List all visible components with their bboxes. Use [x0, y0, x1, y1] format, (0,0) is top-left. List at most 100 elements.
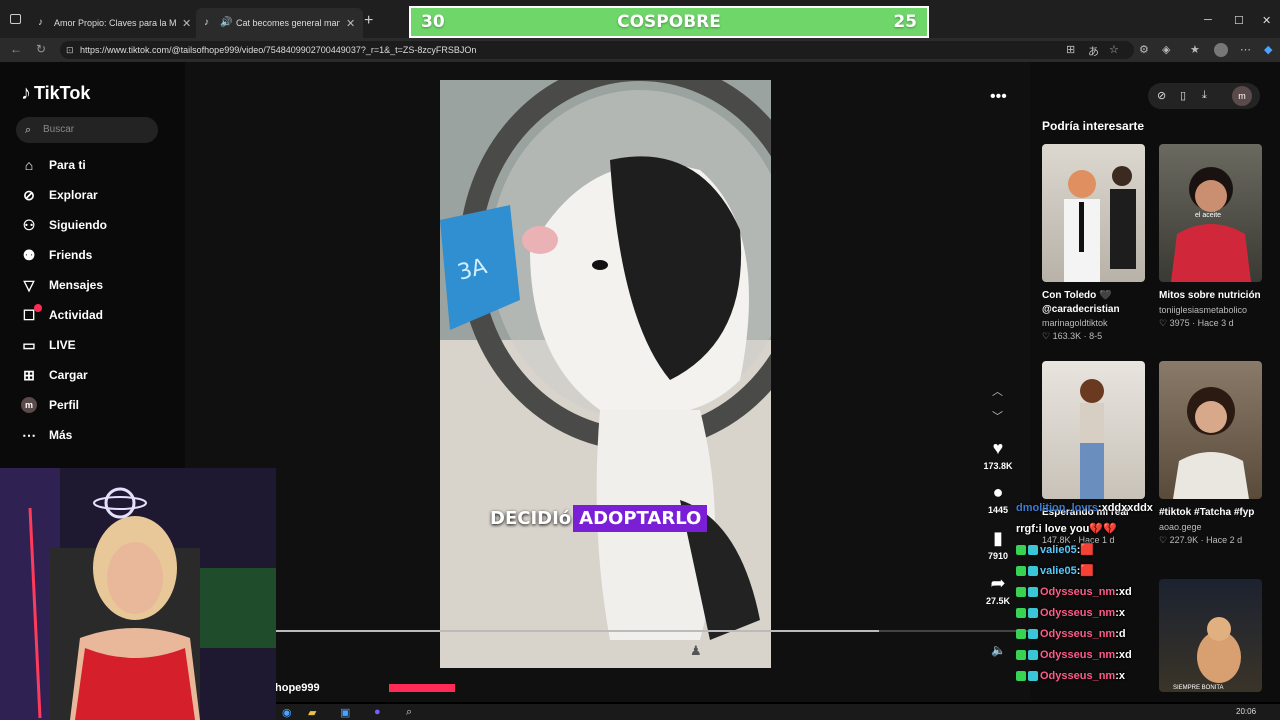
- chat-message: valie05 : 🟥: [1016, 560, 1186, 581]
- tiktok-logo[interactable]: ♪ TikTok: [21, 82, 90, 105]
- stream-chat: dmolition_lovrs : xddxxddx rrgf : i love …: [1016, 497, 1186, 686]
- sidebar-item-cargar[interactable]: ⊞ Cargar: [20, 364, 88, 386]
- speaker-icon[interactable]: 🔊: [220, 18, 232, 28]
- save-button[interactable]: ▮ 7910: [981, 528, 1015, 561]
- chevron-down-icon[interactable]: ﹀: [992, 408, 1003, 424]
- rec-author: toniiglesiasmetabolico: [1159, 305, 1248, 315]
- minimize-icon[interactable]: ─: [1204, 14, 1212, 26]
- recommendations-title: Podría interesarte: [1042, 119, 1145, 133]
- mute-cat-icon[interactable]: ♟: [690, 643, 702, 659]
- search-input[interactable]: ⌕ Buscar: [16, 117, 158, 143]
- rec-card[interactable]: el aceite Mitos sobre nutrición toniigle…: [1159, 144, 1262, 329]
- chat-text: x: [1118, 606, 1125, 619]
- follow-button[interactable]: [389, 684, 455, 692]
- search-icon[interactable]: ⌕: [406, 706, 412, 719]
- rec-stats: ♡ 3975 · Hace 3 d: [1159, 318, 1234, 328]
- friends-icon: ⚉: [22, 246, 36, 263]
- sidebar-item-mensajes[interactable]: ▽ Mensajes: [20, 274, 103, 296]
- refresh-icon[interactable]: ↻: [36, 42, 46, 56]
- sidebar-item-perfil[interactable]: m Perfil: [20, 394, 79, 416]
- badge-icon: [1028, 607, 1038, 618]
- chevron-up-icon[interactable]: ︿: [992, 383, 1003, 399]
- sidebar-item-friends[interactable]: ⚉ Friends: [20, 244, 93, 266]
- video-progress-bar[interactable]: [275, 630, 1030, 632]
- video-player[interactable]: 3A: [440, 80, 771, 668]
- badge-icon: [1028, 586, 1038, 597]
- site-info-icon[interactable]: ⊡: [66, 41, 74, 59]
- chat-username: rrgf: [1016, 522, 1035, 535]
- like-button[interactable]: ♥ 173.8K: [981, 438, 1015, 471]
- badge-icon: [1028, 628, 1038, 639]
- sidebar-item-siguiendo[interactable]: ⚇ Siguiendo: [20, 214, 107, 236]
- badge-icon: [1016, 544, 1026, 555]
- compass-icon[interactable]: ⊘: [1157, 89, 1166, 102]
- sidebar-item-label: Mensajes: [49, 278, 104, 292]
- chat-text: xddxxddx: [1101, 501, 1153, 514]
- sidebar-item-para-ti[interactable]: ⌂ Para ti: [20, 154, 86, 176]
- cat-video-frame: 3A: [440, 80, 771, 668]
- favorite-star-icon[interactable]: ☆: [1109, 43, 1119, 56]
- sidebar-item-live[interactable]: ▭ LIVE: [20, 334, 75, 356]
- tab-actions-icon[interactable]: [10, 14, 21, 24]
- caption-highlight: ADOPTARLO: [573, 505, 708, 532]
- messages-icon: ▽: [23, 276, 35, 293]
- score-right: 25: [893, 12, 917, 32]
- badge-icon: [1016, 565, 1026, 576]
- video-author-handle[interactable]: hope999: [275, 682, 320, 694]
- profile-avatar[interactable]: m: [1232, 86, 1252, 106]
- profile-avatar[interactable]: [1214, 43, 1228, 57]
- wallet-icon[interactable]: ◈: [1162, 43, 1170, 56]
- translate-icon[interactable]: あ: [1088, 43, 1099, 59]
- app-install-icon[interactable]: ⊞: [1066, 43, 1075, 56]
- close-tab-icon[interactable]: ✕: [346, 17, 355, 30]
- rec-subtitle: @caradecristian: [1042, 304, 1120, 315]
- badge-icon: [1016, 628, 1026, 639]
- chat-text: 🟥: [1080, 565, 1095, 577]
- more-options-icon[interactable]: •••: [990, 88, 1007, 106]
- url-text: https://www.tiktok.com/@tailsofhope999/v…: [80, 45, 477, 55]
- favorites-icon[interactable]: ★: [1190, 43, 1200, 56]
- copilot-icon[interactable]: ◆: [1264, 43, 1272, 56]
- rec-thumbnail: el aceite: [1159, 144, 1262, 282]
- heart-icon: ♥: [992, 438, 1004, 458]
- start-icon[interactable]: ◉: [282, 706, 292, 719]
- sidebar-item-label: Explorar: [49, 188, 98, 202]
- folder-icon[interactable]: ▰: [308, 706, 316, 719]
- taskbar-clock: 20:06: [1236, 707, 1257, 716]
- rec-thumbnail: [1042, 144, 1145, 282]
- device-icon[interactable]: ▯: [1180, 89, 1186, 102]
- store-icon[interactable]: ▣: [340, 706, 350, 719]
- people-thumbnail: [1064, 166, 1136, 282]
- rec-thumbnail: [1159, 361, 1262, 499]
- back-icon[interactable]: ←: [10, 42, 22, 56]
- top-actions-bar: ⊘ ▯ ⤓ m: [1148, 83, 1260, 109]
- chat-message: dmolition_lovrs : xddxxddx: [1016, 497, 1186, 518]
- maximize-icon[interactable]: ☐: [1234, 14, 1244, 27]
- chat-text: xd: [1118, 648, 1132, 661]
- share-button[interactable]: ➦ 27.5K: [981, 573, 1015, 606]
- address-bar[interactable]: ⊡ https://www.tiktok.com/@tailsofhope999…: [60, 41, 1134, 59]
- tiktok-note-icon: ♪: [21, 82, 31, 104]
- volume-icon[interactable]: 🔈: [991, 643, 1006, 657]
- tiktok-favicon-icon: ♪: [38, 17, 43, 28]
- rec-card[interactable]: Con Toledo 🖤 @caradecristian marinagoldt…: [1042, 144, 1145, 342]
- sidebar-item-actividad[interactable]: ☐ Actividad: [20, 303, 103, 326]
- settings-more-icon[interactable]: ⋯: [1240, 43, 1251, 56]
- sidebar-item-mas[interactable]: ⋯ Más: [20, 424, 72, 446]
- woman-thumbnail: [1173, 387, 1249, 499]
- chat-message: Odysseus_nm : xd: [1016, 644, 1186, 665]
- new-tab-button[interactable]: +: [364, 12, 373, 30]
- tab-cat-video[interactable]: ♪ 🔊 Cat becomes general manager ✕: [196, 8, 364, 38]
- sidebar-item-explorar[interactable]: ⊘ Explorar: [20, 184, 98, 206]
- tab-amor-propio[interactable]: ♪ Amor Propio: Claves para la Motiva ✕: [30, 8, 199, 38]
- streamer-webcam: [0, 468, 276, 720]
- close-tab-icon[interactable]: ✕: [182, 17, 191, 30]
- bookmark-icon: ▮: [993, 528, 1003, 548]
- app-icon[interactable]: ●: [374, 706, 381, 718]
- chat-message: rrgf : i love you💔💔: [1016, 518, 1186, 539]
- comment-button[interactable]: ● 1445: [981, 482, 1015, 515]
- download-icon[interactable]: ⤓: [1202, 89, 1207, 102]
- close-window-icon[interactable]: ✕: [1262, 14, 1271, 27]
- dancer-thumbnail: [1080, 379, 1104, 499]
- extensions-icon[interactable]: ⚙: [1139, 43, 1149, 56]
